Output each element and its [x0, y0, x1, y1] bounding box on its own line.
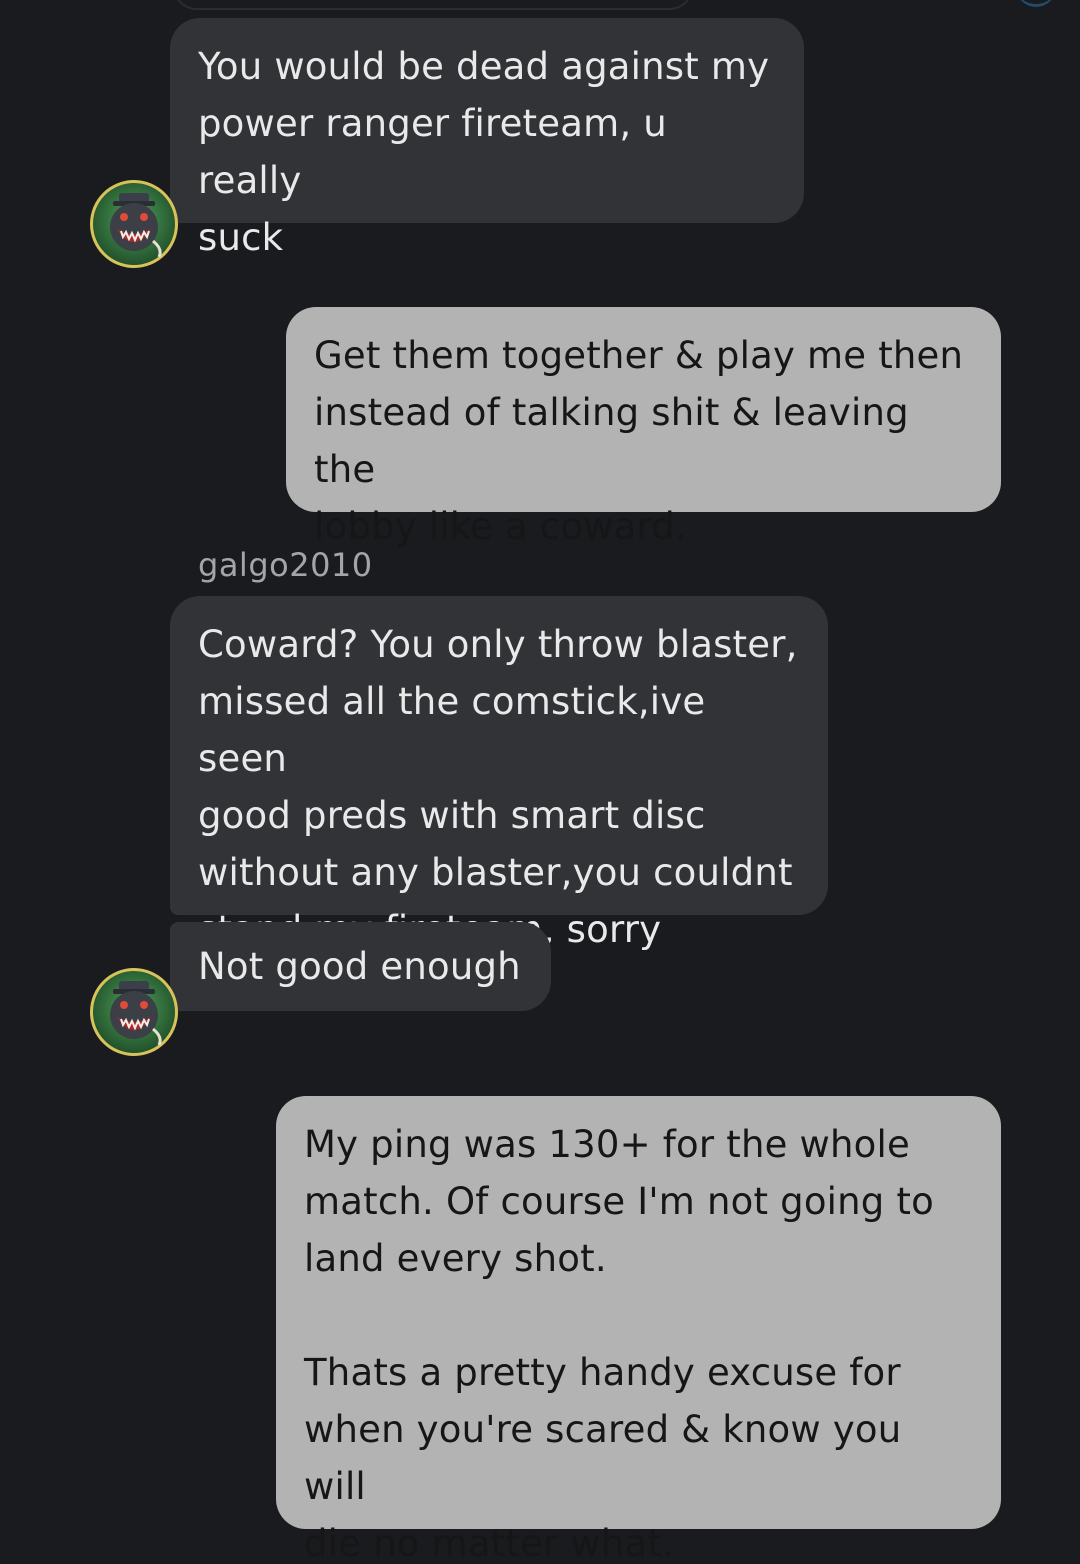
incoming-message-bubble[interactable]: Not good enough [170, 922, 551, 1011]
chat-screen: You would be dead against my power range… [0, 0, 1080, 1564]
contact-avatar[interactable] [90, 968, 178, 1056]
incoming-message-bubble[interactable]: Coward? You only throw blaster, missed a… [170, 596, 828, 951]
contact-avatar[interactable] [90, 180, 178, 268]
scroll-indicator-edge [1016, 0, 1056, 7]
monster-avatar-icon [93, 183, 175, 265]
monster-avatar-icon [93, 971, 175, 1053]
outgoing-message-bubble[interactable]: My ping was 130+ for the whole match. Of… [276, 1096, 1001, 1564]
sender-name: galgo2010 [198, 546, 373, 584]
incoming-message-bubble[interactable]: You would be dead against my power range… [170, 18, 804, 259]
previous-message-bubble-edge [172, 0, 694, 10]
outgoing-message-bubble[interactable]: Get them together & play me then instead… [286, 307, 1001, 548]
